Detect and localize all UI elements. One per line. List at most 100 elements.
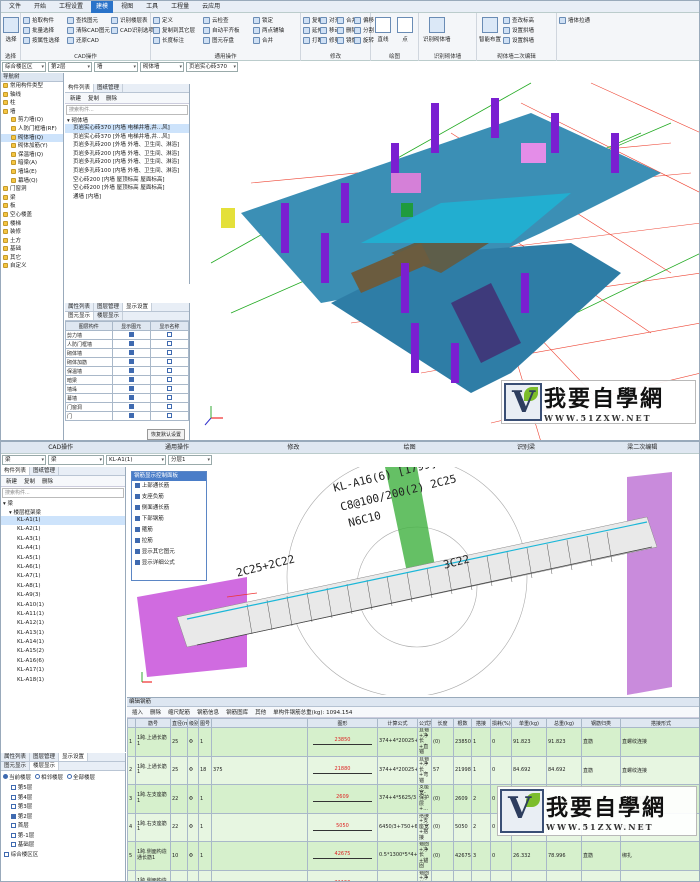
show-element-checkbox[interactable]	[128, 404, 134, 409]
nav-tree-item[interactable]: 板	[1, 202, 63, 211]
control-checkbox[interactable]	[135, 505, 140, 510]
beam-list-item[interactable]: KL-A1(1)	[1, 516, 125, 526]
floor-scope-option[interactable]: 全部楼层	[67, 773, 95, 781]
tab[interactable]: 楼层显示	[94, 312, 124, 320]
control-checkbox[interactable]	[135, 516, 140, 521]
component-list-item[interactable]: 页岩多孔砖200 [内墙 外墙、卫生间、淋浴]	[65, 150, 189, 159]
tab[interactable]: 构件列表	[1, 467, 31, 475]
nav-tree-item[interactable]: 空心楼盖	[1, 211, 63, 220]
wall-extend-button[interactable]: 墙体拉通	[559, 16, 590, 24]
beam-list-item[interactable]: KL-A13(1)	[1, 629, 125, 638]
rebar-cell[interactable]: 57	[431, 755, 454, 785]
nav-tree-item[interactable]: 轴线	[1, 91, 63, 100]
menu-item[interactable]: 开始	[29, 1, 51, 13]
show-element-checkbox[interactable]	[128, 413, 134, 418]
beam-list-item[interactable]: KL-A12(1)	[1, 619, 125, 628]
ribbon-button[interactable]: 复制到其它层	[153, 26, 195, 34]
nav-tree-item[interactable]: 土方	[1, 237, 63, 246]
rebar-row[interactable]: 11跨.上通长筋125Φ123850374+4*20025+750+6450*3…	[127, 727, 699, 757]
show-element-checkbox[interactable]	[128, 332, 134, 337]
nav-tree-item[interactable]: 常用构件类型	[1, 82, 63, 91]
tab[interactable]: 楼层显示	[30, 762, 60, 770]
beam-list-item[interactable]: KL-A14(1)	[1, 638, 125, 647]
radio-button[interactable]	[67, 774, 73, 779]
control-option[interactable]: 箍筋	[132, 525, 206, 536]
floor-item[interactable]: 第4层	[1, 793, 125, 803]
rebar-cell[interactable]: 0.5*1300*5*4+6150+0...	[377, 841, 418, 871]
floor-item[interactable]: 首层	[1, 821, 125, 831]
floor-item[interactable]: 第-1层	[1, 831, 125, 841]
radio-button[interactable]	[3, 774, 8, 779]
menu-item[interactable]: 文件	[4, 1, 26, 13]
tab[interactable]: 图元显示	[1, 762, 31, 770]
component-group-wall[interactable]: ▾ 砌体墙	[65, 116, 189, 124]
show-name-checkbox[interactable]	[166, 404, 172, 409]
nav-tree-item[interactable]: 保温墙(Q)	[1, 151, 63, 160]
show-name-checkbox[interactable]	[166, 341, 172, 346]
rebar-cell[interactable]: 374+4*20025+750+6450*3	[377, 727, 418, 757]
beam-list-item[interactable]: KL-A10(1)	[1, 601, 125, 610]
rebar-row[interactable]: 21跨.上通长筋125Φ18375 21880 374+4*20025+750+20…	[127, 755, 699, 785]
toolbar-button[interactable]: 复制	[85, 94, 102, 102]
ribbon-button[interactable]: 批量选择	[23, 26, 54, 34]
menu-item[interactable]: 视图	[116, 1, 138, 13]
nav-tree-item[interactable]: 其它	[1, 254, 63, 263]
beam-list-item[interactable]: KL-A11(1)	[1, 610, 125, 619]
menu-item[interactable]: 云应用	[197, 1, 225, 13]
rebar-cell[interactable]: 25	[170, 727, 188, 757]
toolbar-button[interactable]: 删除	[103, 94, 120, 102]
dropdown-select[interactable]: 综合楼区区	[2, 62, 46, 72]
component-search-input[interactable]: 搜索构件...	[66, 105, 188, 115]
control-option[interactable]: 侧面通长筋	[132, 503, 206, 514]
component-list-item[interactable]: 页岩实心砖370 [内墙 电梯井墙,井...风]	[65, 124, 189, 133]
beam-list-item[interactable]: KL-A7(1)	[1, 572, 125, 581]
floor-root[interactable]: 综合楼区区	[1, 850, 125, 859]
show-element-checkbox[interactable]	[128, 368, 134, 373]
tab[interactable]: 属性列表	[1, 753, 31, 761]
nav-tree-item[interactable]: 楼梯	[1, 220, 63, 229]
show-element-checkbox[interactable]	[128, 386, 134, 391]
tab[interactable]: 图纸管理	[94, 84, 124, 92]
rebar-cell[interactable]: (0)	[431, 841, 454, 871]
show-element-checkbox[interactable]	[128, 395, 134, 400]
nav-tree-item[interactable]: 门窗洞	[1, 185, 63, 194]
control-checkbox[interactable]	[135, 538, 140, 543]
control-option[interactable]: 下部钢筋	[132, 514, 206, 525]
control-option[interactable]: 拉筋	[132, 536, 206, 547]
dropdown-select[interactable]: KL-A1(1)	[106, 455, 166, 465]
rebar-cell[interactable]: 1跨.右支座筋1	[135, 812, 171, 842]
nav-tree-item[interactable]: 自定义	[1, 262, 63, 271]
rebar-cell[interactable]: (0)	[431, 727, 454, 757]
dropdown-select[interactable]: 砌体墙	[140, 62, 184, 72]
nav-tree-item[interactable]: 暗梁(A)	[1, 159, 63, 168]
ribbon-button[interactable]: CAD识别选项	[111, 26, 154, 34]
toolbar-button[interactable]: 新建	[3, 477, 20, 485]
rebar-cell[interactable]: 1跨.上通长筋1	[135, 727, 171, 757]
beam-list-item[interactable]: KL-A2(1)	[1, 525, 125, 534]
control-checkbox[interactable]	[135, 527, 140, 532]
show-name-checkbox[interactable]	[166, 386, 172, 391]
dropdown-select[interactable]: 墙	[94, 62, 138, 72]
rebar-cell[interactable]: 374+4*20025+750+20+15*d	[377, 755, 418, 785]
tab[interactable]: 显示设置	[59, 753, 89, 761]
ribbon-button[interactable]: 自动平齐板	[203, 26, 240, 34]
floor-item[interactable]: 基础层	[1, 840, 125, 850]
floor-checkbox[interactable]	[11, 842, 16, 847]
select-button[interactable]: 选择	[3, 17, 19, 43]
dropdown-select[interactable]: 梁	[2, 455, 46, 465]
show-name-checkbox[interactable]	[166, 395, 172, 400]
toolbar-button[interactable]: 钢筋图库	[223, 708, 251, 716]
ribbon-button[interactable]: 清除CAD图元	[67, 26, 110, 34]
menu-item[interactable]: 工程量	[166, 1, 194, 13]
line-draw-button[interactable]: 直线	[375, 17, 391, 43]
nav-tree-item[interactable]: 墙	[1, 108, 63, 117]
show-element-checkbox[interactable]	[128, 377, 134, 382]
nav-tree-item[interactable]: 砌体墙(Q)	[1, 133, 63, 143]
floor-scope-option[interactable]: 当前楼层	[3, 773, 31, 781]
floor-item[interactable]: 第5层	[1, 783, 125, 793]
nav-tree-item[interactable]: 幕墙(Q)	[1, 177, 63, 186]
component-list-item[interactable]: 空心砖200 [内墙 屋顶标高 屋面标高]	[65, 176, 189, 185]
rebar-row[interactable]: 51跨.侧面构造通长筋110Φ1 42675 0.5*1300*5*4+6150+0…	[127, 841, 699, 871]
tab[interactable]: 属性列表	[65, 303, 95, 311]
show-element-checkbox[interactable]	[128, 341, 134, 346]
